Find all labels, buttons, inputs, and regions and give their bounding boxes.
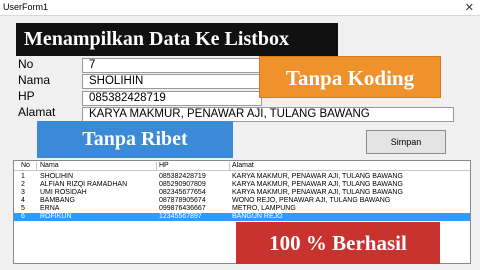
cell-alamat: KARYA MAKMUR, PENAWAR AJI, TULANG BAWANG bbox=[232, 181, 403, 188]
cell-nama: ROFIKUN bbox=[40, 213, 72, 220]
title-bar: UserForm1 ✕ bbox=[0, 0, 480, 16]
cell-nama: ERNA bbox=[40, 205, 60, 212]
listbox-header: No Nama HP Alamat bbox=[14, 162, 470, 171]
cell-nama: SHOLIHIN bbox=[40, 173, 74, 180]
no-label: No bbox=[18, 57, 34, 71]
table-row[interactable]: 4 BAMBANG 087878905674 WONO REJO, PENAWA… bbox=[14, 197, 470, 205]
hp-field[interactable]: 085382428719 bbox=[82, 91, 262, 106]
cell-alamat: KARYA MAKMUR, PENAWAR AJI, TULANG BAWANG bbox=[232, 173, 403, 180]
cell-hp: 085290907809 bbox=[159, 181, 206, 188]
column-header-hp: HP bbox=[159, 162, 169, 169]
berhasil-badge: 100 % Berhasil bbox=[236, 222, 440, 264]
cell-alamat: METRO, LAMPUNG bbox=[232, 205, 296, 212]
table-row[interactable]: 3 UMI ROSIDAH 082345677654 KARYA MAKMUR,… bbox=[14, 189, 470, 197]
cell-hp: 082345677654 bbox=[159, 189, 206, 196]
save-button[interactable]: Simpan bbox=[366, 130, 446, 154]
cell-hp: 085382428719 bbox=[159, 173, 206, 180]
table-row-selected[interactable]: 6 ROFIKUN 12345567897 BANGUN REJO bbox=[14, 213, 470, 221]
cell-nama: ALFIAN RIZQI RAMADHAN bbox=[40, 181, 128, 188]
alamat-label: Alamat bbox=[18, 105, 56, 119]
nama-label: Nama bbox=[18, 73, 51, 87]
hp-label: HP bbox=[18, 89, 35, 103]
window-title: UserForm1 bbox=[3, 2, 49, 12]
table-row[interactable]: 5 ERNA 099876436667 METRO, LAMPUNG bbox=[14, 205, 470, 213]
cell-nama: UMI ROSIDAH bbox=[40, 189, 87, 196]
table-row[interactable]: 1 SHOLIHIN 085382428719 KARYA MAKMUR, PE… bbox=[14, 173, 470, 181]
cell-hp: 12345567897 bbox=[159, 213, 202, 220]
tanpa-koding-badge: Tanpa Koding bbox=[259, 56, 441, 98]
tanpa-ribet-badge: Tanpa Ribet bbox=[37, 121, 233, 158]
cell-alamat: WONO REJO, PENAWAR AJI, TULANG BAWANG bbox=[232, 197, 391, 204]
column-header-alamat: Alamat bbox=[232, 162, 254, 169]
close-icon[interactable]: ✕ bbox=[465, 1, 474, 14]
cell-nama: BAMBANG bbox=[40, 197, 76, 204]
cell-hp: 099876436667 bbox=[159, 205, 206, 212]
cell-alamat: KARYA MAKMUR, PENAWAR AJI, TULANG BAWANG bbox=[232, 189, 403, 196]
column-header-nama: Nama bbox=[40, 162, 59, 169]
cell-alamat: BANGUN REJO bbox=[232, 213, 283, 220]
cell-hp: 087878905674 bbox=[159, 197, 206, 204]
banner-title: Menampilkan Data Ke Listbox bbox=[16, 23, 338, 56]
table-row[interactable]: 2 ALFIAN RIZQI RAMADHAN 085290907809 KAR… bbox=[14, 181, 470, 189]
alamat-field[interactable]: KARYA MAKMUR, PENAWAR AJI, TULANG BAWANG bbox=[82, 107, 454, 122]
no-field[interactable]: 7 bbox=[82, 58, 262, 73]
